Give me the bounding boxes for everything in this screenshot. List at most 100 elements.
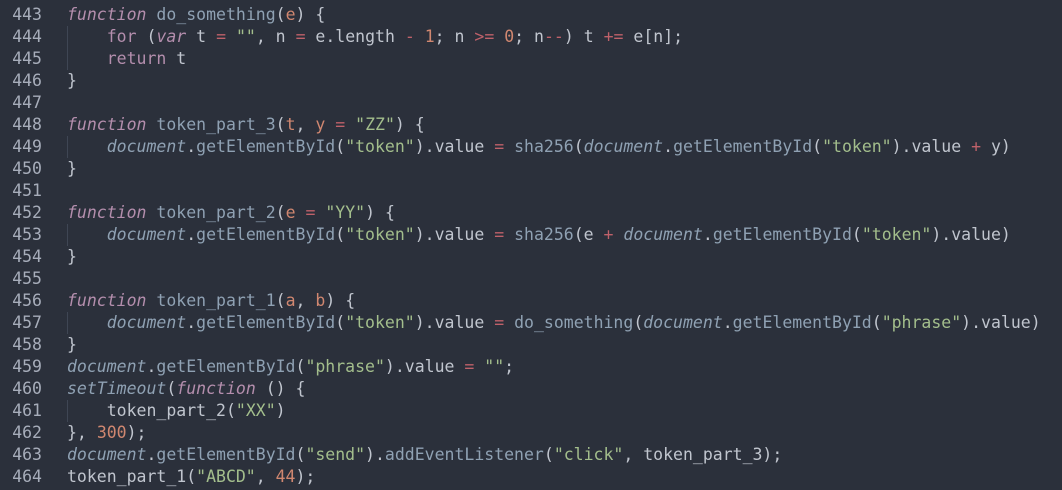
code-token: a [285, 291, 296, 310]
code-token: ).value [414, 225, 495, 244]
code-token: 300 [96, 423, 127, 442]
code-token: "send" [305, 445, 366, 464]
line-number: 460 [12, 379, 42, 398]
code-token: } [67, 247, 77, 266]
line-number: 455 [12, 269, 42, 288]
code-token: ; n [514, 27, 544, 46]
line-number: 461 [12, 401, 42, 420]
code-line[interactable]: 452 function token_part_2(e = "YY") { [0, 202, 1062, 224]
code-line[interactable]: 448 function token_part_3(t, y = "ZZ") { [0, 114, 1062, 136]
indent-guide [67, 400, 68, 422]
code-text: token_part_2("XX") [67, 400, 286, 422]
code-token: ( [335, 225, 346, 244]
code-token: + [971, 137, 982, 156]
code-line[interactable]: 457 document.getElementById("token").val… [0, 312, 1062, 334]
code-token: (e [573, 225, 604, 244]
line-number: 445 [12, 49, 42, 68]
code-token: ( [275, 203, 286, 222]
code-text: } [67, 334, 77, 356]
code-token: ).value [414, 313, 495, 332]
code-line[interactable]: 447 [0, 92, 1062, 114]
code-token: document [67, 357, 147, 376]
code-token: }, [67, 423, 97, 442]
code-token: t [186, 27, 217, 46]
code-token: token_part_1( [67, 467, 197, 486]
code-token: "phrase" [881, 313, 962, 332]
code-line[interactable]: 449 document.getElementById("token").val… [0, 136, 1062, 158]
code-token: e.length [305, 27, 405, 46]
code-token: . [722, 313, 733, 332]
line-number: 457 [12, 313, 42, 332]
code-line[interactable]: 460 setTimeout(function () { [0, 378, 1062, 400]
code-token: sha256 [514, 225, 574, 244]
code-token: ).value [414, 137, 495, 156]
code-token: var [156, 27, 187, 46]
code-token: ) t [563, 27, 604, 46]
code-line[interactable]: 446} [0, 70, 1062, 92]
code-line[interactable]: 459 document.getElementById("phrase").val… [0, 356, 1062, 378]
code-token: addEventListener [384, 445, 544, 464]
code-token: 1 [424, 27, 435, 46]
code-token: "" [484, 357, 505, 376]
code-line[interactable]: 464 token_part_1("ABCD", 44); [0, 466, 1062, 488]
code-token: do_something [514, 313, 634, 332]
code-line[interactable]: 463 document.getElementById("send").addEv… [0, 444, 1062, 466]
indent-guide [67, 136, 68, 158]
code-token: ( [871, 313, 882, 332]
code-token: document [106, 313, 187, 332]
line-number: 464 [12, 467, 42, 486]
code-token: ) [275, 401, 286, 420]
code-token: ).value) [931, 225, 1011, 244]
code-token: "token" [822, 137, 892, 156]
code-line[interactable]: 454} [0, 246, 1062, 268]
code-line[interactable]: 443 function do_something(e) { [0, 4, 1062, 26]
code-line[interactable]: 451 [0, 180, 1062, 202]
code-token: , [255, 467, 276, 486]
code-text: function do_something(e) { [67, 4, 325, 26]
code-text: } [67, 70, 77, 92]
code-token: 44 [275, 467, 296, 486]
line-number: 462 [12, 423, 42, 442]
code-line[interactable]: 458} [0, 334, 1062, 356]
code-token: "YY" [325, 203, 366, 222]
code-token: ) { [394, 115, 425, 134]
code-token: getElementById [712, 225, 852, 244]
code-line[interactable]: 444 for (var t = "", n = e.length - 1; n… [0, 26, 1062, 48]
code-token: ( [275, 5, 286, 24]
code-token: ); [126, 423, 147, 442]
code-text: function token_part_1(a, b) { [67, 290, 355, 312]
code-token: y [315, 115, 326, 134]
line-number: 449 [12, 137, 42, 156]
code-line[interactable]: 456 function token_part_1(a, b) { [0, 290, 1062, 312]
code-token: t [166, 49, 187, 68]
code-token: do_something [156, 5, 276, 24]
indent-guide [67, 26, 68, 70]
code-line[interactable]: 455 [0, 268, 1062, 290]
code-token: "phrase" [305, 357, 385, 376]
code-editor[interactable]: 443 function do_something(e) {444 for (va… [0, 0, 1062, 490]
code-token: >= [474, 27, 495, 46]
code-line[interactable]: 461 token_part_2("XX") [0, 400, 1062, 422]
code-text: document.getElementById("token").value =… [67, 224, 1011, 246]
code-token: ( [851, 225, 862, 244]
code-token: 0 [504, 27, 515, 46]
code-line[interactable]: 462}, 300); [0, 422, 1062, 444]
code-line[interactable]: 453 document.getElementById("token").val… [0, 224, 1062, 246]
code-token: ( [335, 137, 346, 156]
code-token: document [106, 137, 187, 156]
code-token: token_part_1 [156, 291, 276, 310]
code-text: setTimeout(function () { [67, 378, 305, 400]
code-line[interactable]: 450} [0, 158, 1062, 180]
indent-guide [67, 224, 68, 246]
line-number: 447 [12, 93, 42, 112]
code-text: document.getElementById("token").value =… [67, 312, 1041, 334]
code-token: getElementById [196, 225, 336, 244]
code-token: ( [335, 313, 346, 332]
code-line[interactable]: 445 return t [0, 48, 1062, 70]
code-token: function [67, 203, 147, 222]
